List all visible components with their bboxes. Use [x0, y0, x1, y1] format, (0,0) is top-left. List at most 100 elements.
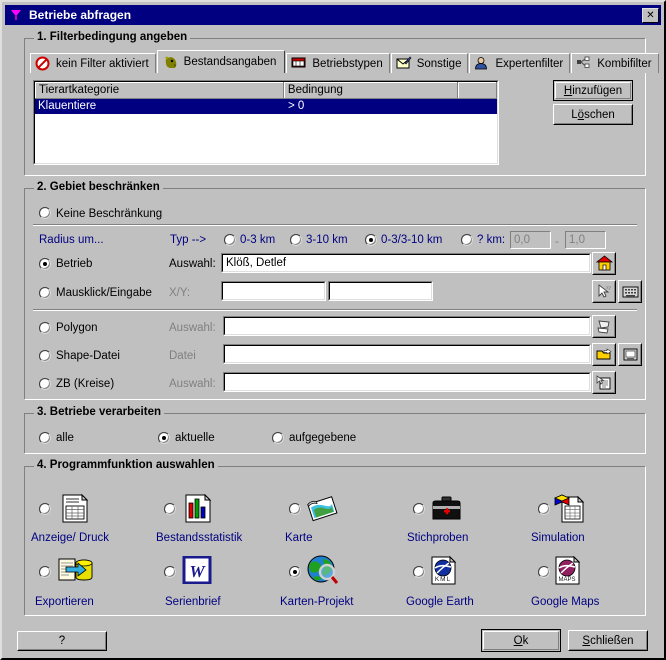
- house-select-button[interactable]: [592, 252, 616, 275]
- radio-keine-beschraenkung[interactable]: [39, 207, 51, 219]
- maps-globe-icon[interactable]: MAPS: [553, 555, 587, 587]
- label-keine-beschraenkung: Keine Beschränkung: [56, 208, 163, 220]
- label-karten-projekt: Karten-Projekt: [280, 596, 354, 608]
- list-header-blank[interactable]: [458, 82, 497, 99]
- bar-chart-document-icon[interactable]: [182, 493, 216, 525]
- radio-polygon[interactable]: [39, 322, 51, 334]
- label-karte: Karte: [285, 532, 313, 544]
- filter-tabs: kein Filter aktiviert Bestandsangaben Be…: [30, 50, 660, 73]
- label-radius-um: Radius um...: [39, 234, 104, 246]
- label-anzeige-druck: Anzeige/ Druck: [31, 532, 109, 544]
- y-coordinate-input[interactable]: [328, 281, 433, 301]
- label-typ-0-3-3-10km: 0-3/3-10 km: [381, 234, 443, 246]
- tab-label: Sonstige: [416, 57, 462, 70]
- group-filterbedingung-title: 1. Filterbedingung angeben: [34, 31, 191, 43]
- list-header-bedingung[interactable]: Bedingung: [283, 82, 459, 99]
- group-gebiet-title: 2. Gebiet beschränken: [34, 181, 163, 193]
- radio-zb-kreise[interactable]: [39, 378, 51, 390]
- radio-karten-projekt[interactable]: [289, 566, 301, 578]
- km-from-value: 0,0: [510, 231, 551, 249]
- radio-alle[interactable]: [39, 432, 51, 444]
- km-from-input[interactable]: 0,0: [510, 231, 551, 249]
- radio-google-maps[interactable]: [538, 566, 550, 578]
- delete-button-label-rest: schen: [584, 108, 615, 121]
- close-button[interactable]: [642, 7, 659, 24]
- building-icon: [291, 56, 307, 71]
- radio-shape-datei[interactable]: [39, 350, 51, 362]
- y-coordinate-value: [329, 282, 432, 300]
- kml-globe-icon[interactable]: KML: [429, 555, 463, 587]
- label-exportieren: Exportieren: [35, 596, 94, 608]
- label-zb-auswahl: Auswahl:: [169, 378, 216, 390]
- cube-document-icon[interactable]: [553, 492, 587, 524]
- radio-google-earth[interactable]: [413, 566, 425, 578]
- globe-magnifier-icon[interactable]: [305, 554, 339, 586]
- tab-betriebstypen[interactable]: Betriebstypen: [286, 53, 390, 73]
- label-google-earth: Google Earth: [406, 596, 474, 608]
- radio-typ-custom-km[interactable]: [461, 234, 473, 246]
- label-typ: Typ -->: [170, 234, 207, 246]
- radio-exportieren[interactable]: [39, 566, 51, 578]
- label-betrieb-auswahl: Auswahl:: [169, 258, 216, 270]
- km-to-input[interactable]: 1,0: [565, 231, 606, 249]
- radio-simulation[interactable]: [538, 503, 550, 515]
- radio-karte[interactable]: [289, 503, 301, 515]
- tab-kein-filter-aktiviert[interactable]: kein Filter aktiviert: [30, 53, 156, 73]
- tab-bestandsangaben[interactable]: Bestandsangaben: [156, 50, 286, 73]
- svg-text:W: W: [189, 562, 206, 581]
- list-header-tierartkategorie[interactable]: Tierartkategorie: [35, 82, 284, 99]
- tab-expertenfilter[interactable]: Expertenfilter: [469, 53, 571, 73]
- polygon-auswahl-value: [224, 317, 590, 335]
- shape-datei-input[interactable]: [223, 344, 591, 364]
- medical-bag-icon[interactable]: [430, 494, 464, 526]
- svg-text:MAPS: MAPS: [558, 577, 575, 583]
- radio-typ-0-3km[interactable]: [224, 234, 236, 246]
- dialog-window: Betriebe abfragen 1. Filterbedingung ang…: [0, 0, 666, 660]
- tab-kombifilter[interactable]: Kombifilter: [571, 53, 659, 73]
- radio-mausklick-eingabe[interactable]: [39, 287, 51, 299]
- tab-sonstige[interactable]: Sonstige: [390, 53, 469, 73]
- close-dialog-button[interactable]: Schließen: [568, 630, 648, 651]
- radio-bestandsstatistik[interactable]: [164, 503, 176, 515]
- ok-button[interactable]: Ok: [481, 629, 561, 652]
- radio-aufgegebene[interactable]: [272, 432, 284, 444]
- polygon-shape-icon: [596, 318, 613, 335]
- table-row[interactable]: Klauentiere > 0: [35, 99, 497, 114]
- keyboard-input-button[interactable]: [618, 280, 642, 303]
- word-icon[interactable]: W: [182, 556, 216, 588]
- zb-select-button[interactable]: [592, 371, 616, 394]
- window-title: Betriebe abfragen: [29, 8, 132, 22]
- polygon-auswahl-input[interactable]: [223, 316, 591, 336]
- polygon-select-button[interactable]: [592, 315, 616, 338]
- filter-list[interactable]: Tierartkategorie Bedingung Klauentiere >…: [33, 80, 499, 165]
- export-database-icon[interactable]: [56, 555, 93, 587]
- radio-betrieb[interactable]: [39, 258, 51, 270]
- help-button-label: ?: [58, 635, 66, 647]
- pick-xy-button[interactable]: xy: [592, 280, 616, 303]
- betrieb-auswahl-input[interactable]: Klöß, Detlef: [221, 253, 591, 273]
- radio-stichproben[interactable]: [413, 503, 425, 515]
- radio-typ-3-10km[interactable]: [290, 234, 302, 246]
- label-polygon-auswahl: Auswahl:: [169, 322, 216, 334]
- x-coordinate-input[interactable]: [221, 281, 326, 301]
- label-polygon: Polygon: [56, 322, 98, 334]
- zb-auswahl-input[interactable]: [223, 372, 591, 392]
- radio-serienbrief[interactable]: [164, 566, 176, 578]
- delete-button[interactable]: Löschen: [553, 104, 633, 125]
- help-button[interactable]: ?: [17, 631, 107, 651]
- tab-label: Expertenfilter: [495, 57, 564, 70]
- document-pointer-icon: [596, 374, 613, 391]
- cursor-xy-icon: xy: [596, 283, 613, 300]
- document-table-icon[interactable]: [58, 493, 92, 525]
- radio-anzeige-druck[interactable]: [39, 503, 51, 515]
- label-shape-datei-field: Datei: [169, 350, 196, 362]
- map-icon[interactable]: [305, 492, 339, 524]
- open-shape-file-button[interactable]: [592, 343, 616, 366]
- add-button[interactable]: Hinzufügen: [553, 80, 633, 101]
- label-typ-custom-km: ? km:: [477, 234, 506, 246]
- funnel-filter-icon: [8, 7, 24, 23]
- radio-aktuelle[interactable]: [158, 432, 170, 444]
- shape-preview-button[interactable]: [618, 343, 642, 366]
- radio-typ-0-3-3-10km[interactable]: [365, 234, 377, 246]
- person-icon: [474, 56, 490, 71]
